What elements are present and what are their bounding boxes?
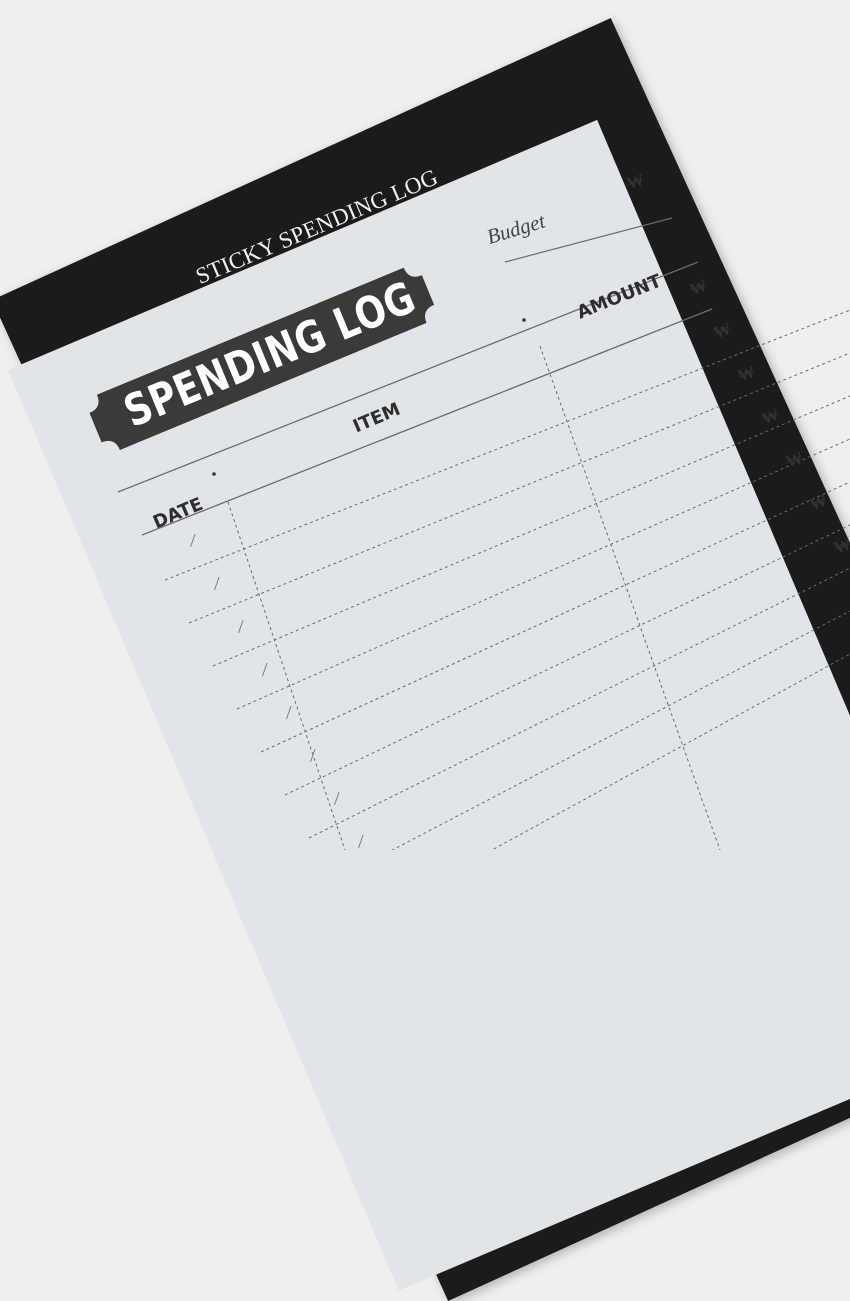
date-item-divider bbox=[227, 501, 346, 850]
dotted-row-line bbox=[260, 481, 850, 753]
header-dot bbox=[522, 318, 526, 322]
date-separator: / bbox=[310, 745, 316, 767]
dotted-row-line bbox=[236, 438, 850, 710]
header-dot bbox=[212, 472, 216, 476]
dotted-row-line bbox=[188, 352, 850, 624]
photo-scene: STICKY SPENDING LOG Budget ₩ SPENDING LO… bbox=[0, 0, 850, 1301]
date-separator: / bbox=[334, 788, 340, 810]
date-separator: / bbox=[190, 530, 196, 552]
dotted-row-line bbox=[308, 567, 850, 839]
dotted-row-line bbox=[391, 610, 850, 850]
date-separator: / bbox=[358, 831, 364, 853]
dotted-row-line bbox=[284, 524, 850, 796]
date-separator: / bbox=[214, 573, 220, 595]
date-separator: / bbox=[238, 616, 244, 638]
dotted-row-line bbox=[212, 395, 850, 667]
dotted-row-line bbox=[491, 653, 850, 850]
date-separator: / bbox=[286, 702, 292, 724]
date-separator: / bbox=[262, 659, 268, 681]
item-amount-divider bbox=[539, 345, 721, 850]
